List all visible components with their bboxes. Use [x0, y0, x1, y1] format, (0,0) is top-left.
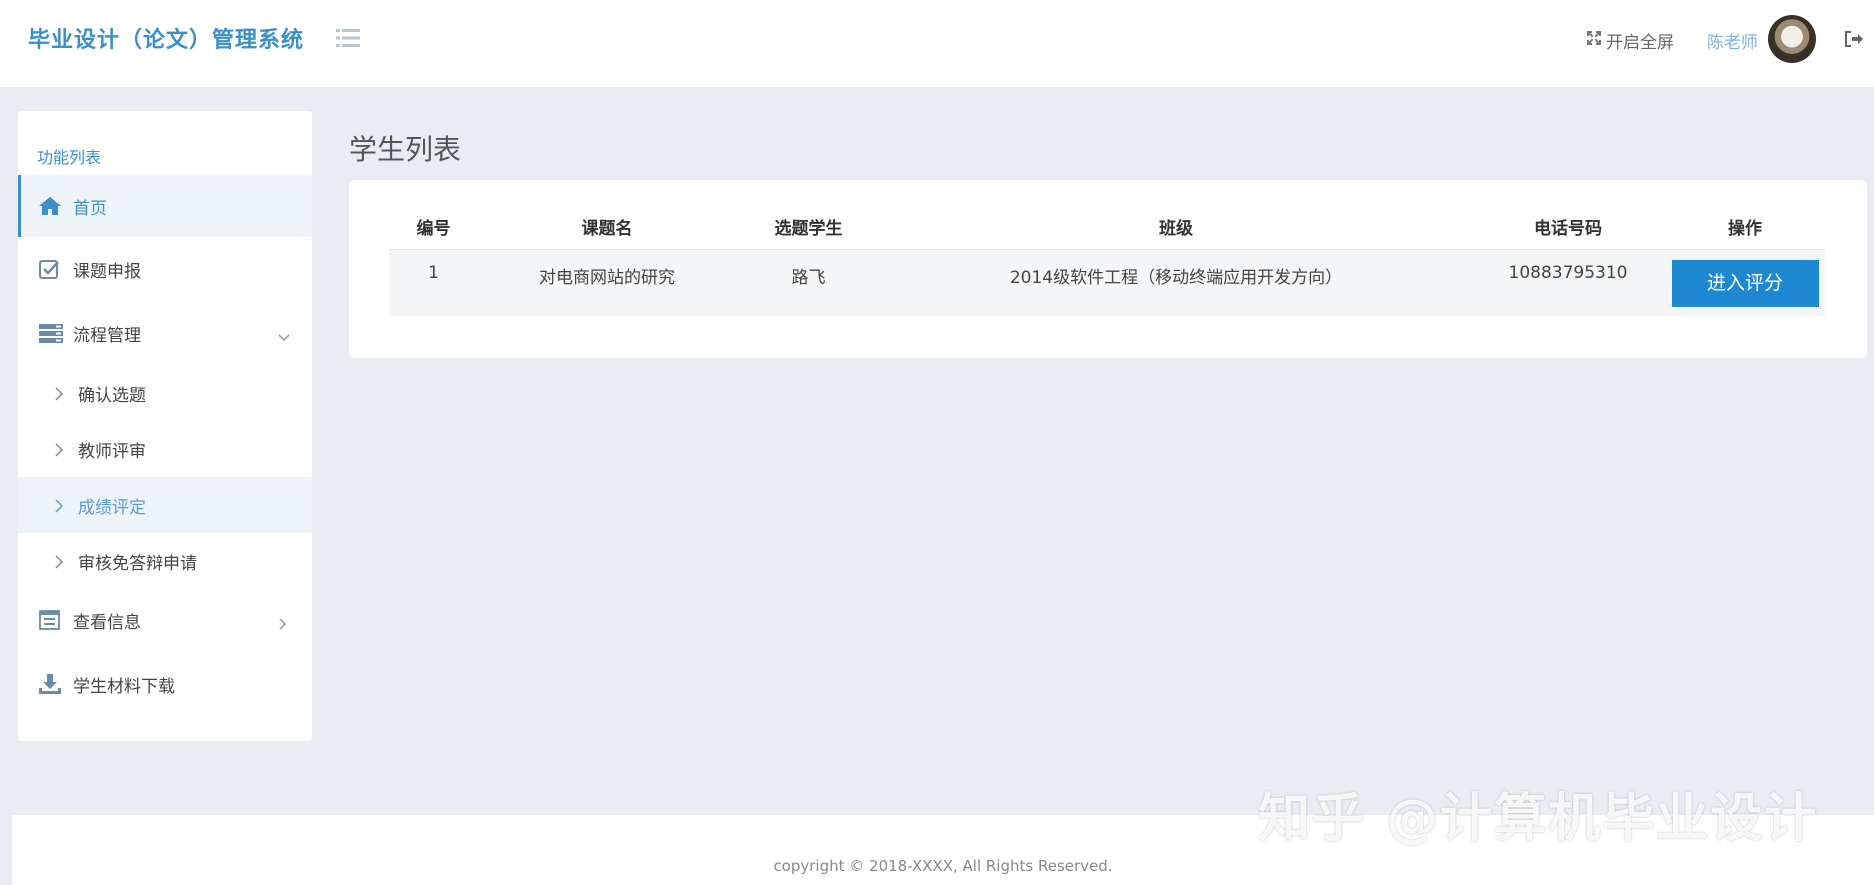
- chevron-right-icon: [54, 554, 64, 569]
- table-row: 1 对电商网站的研究 路飞 2014级软件工程（移动终端应用开发方向） 1088…: [389, 249, 1825, 316]
- chevron-down-icon: [278, 328, 290, 342]
- column-header: 操作: [1665, 204, 1825, 250]
- checkbox-icon: [38, 258, 62, 280]
- copyright-text: copyright © 2018-XXXX, All Rights Reserv…: [773, 857, 1113, 875]
- student-table: 编号 课题名 选题学生 班级 电话号码 操作 1 对电商网站的研究 路飞 201…: [389, 204, 1825, 316]
- watermark: 知乎 @计算机毕业设计: [1258, 789, 1819, 849]
- sidebar-subitem-label: 审核免答辩申请: [78, 553, 197, 574]
- home-icon: [38, 195, 62, 217]
- cell-student: 路飞: [736, 249, 881, 316]
- sidebar-item-label: 流程管理: [73, 325, 141, 346]
- fullscreen-button[interactable]: 开启全屏: [1586, 28, 1674, 53]
- chevron-right-icon: [54, 442, 64, 457]
- cell-phone: 10883795310: [1471, 249, 1665, 316]
- cell-action: 进入评分: [1665, 249, 1825, 316]
- table-header-row: 编号 课题名 选题学生 班级 电话号码 操作: [389, 204, 1825, 250]
- cell-class: 2014级软件工程（移动终端应用开发方向）: [881, 249, 1471, 316]
- avatar[interactable]: [1768, 15, 1816, 63]
- enter-score-button[interactable]: 进入评分: [1671, 259, 1819, 307]
- sidebar-subitem-label: 确认选题: [78, 385, 146, 406]
- page-title: 学生列表: [349, 133, 462, 166]
- cell-id: 1: [389, 249, 478, 316]
- menu-list-icon[interactable]: [336, 28, 360, 48]
- sidebar-item-label: 学生材料下载: [73, 676, 175, 697]
- sidebar-subitem-confirm-topic[interactable]: 确认选题: [18, 365, 312, 421]
- sidebar-item-home[interactable]: 首页: [18, 175, 312, 237]
- sidebar-item-topic-apply[interactable]: 课题申报: [18, 238, 312, 300]
- fullscreen-label: 开启全屏: [1606, 33, 1674, 53]
- top-header: 毕业设计（论文）管理系统 开启全屏 陈老师: [0, 0, 1874, 87]
- chevron-right-icon: [278, 615, 288, 630]
- sidebar-item-view-info[interactable]: 查看信息: [18, 589, 312, 651]
- column-header: 编号: [389, 204, 478, 250]
- logout-icon[interactable]: [1844, 30, 1864, 48]
- sidebar-subitem-label: 教师评审: [78, 441, 146, 462]
- sidebar-subitem-exemption-review[interactable]: 审核免答辩申请: [18, 533, 312, 589]
- document-list-icon: [38, 609, 62, 631]
- app-title: 毕业设计（论文）管理系统: [28, 28, 305, 53]
- sidebar-subitem-grade[interactable]: 成绩评定: [18, 477, 312, 533]
- sidebar-subitem-teacher-review[interactable]: 教师评审: [18, 421, 312, 477]
- server-icon: [38, 322, 63, 344]
- sidebar-item-process[interactable]: 流程管理: [18, 302, 312, 364]
- sidebar: 功能列表 首页 课题申报 流程管理 确认选题 教师评审 成绩评定 审核免答辩申请…: [18, 111, 312, 741]
- expand-icon: [1586, 30, 1602, 51]
- sidebar-item-label: 首页: [73, 198, 107, 219]
- column-header: 班级: [881, 204, 1471, 250]
- sidebar-item-label: 查看信息: [73, 612, 141, 633]
- column-header: 课题名: [478, 204, 736, 250]
- chevron-right-icon: [54, 386, 64, 401]
- chevron-right-icon: [54, 498, 64, 513]
- cell-topic: 对电商网站的研究: [478, 249, 736, 316]
- download-icon: [38, 673, 62, 695]
- sidebar-title: 功能列表: [37, 148, 102, 167]
- sidebar-item-download[interactable]: 学生材料下载: [18, 653, 312, 715]
- sidebar-item-label: 课题申报: [73, 261, 141, 282]
- student-list-card: 编号 课题名 选题学生 班级 电话号码 操作 1 对电商网站的研究 路飞 201…: [349, 180, 1867, 358]
- column-header: 电话号码: [1471, 204, 1665, 250]
- user-name[interactable]: 陈老师: [1707, 28, 1758, 53]
- sidebar-subitem-label: 成绩评定: [78, 497, 146, 518]
- column-header: 选题学生: [736, 204, 881, 250]
